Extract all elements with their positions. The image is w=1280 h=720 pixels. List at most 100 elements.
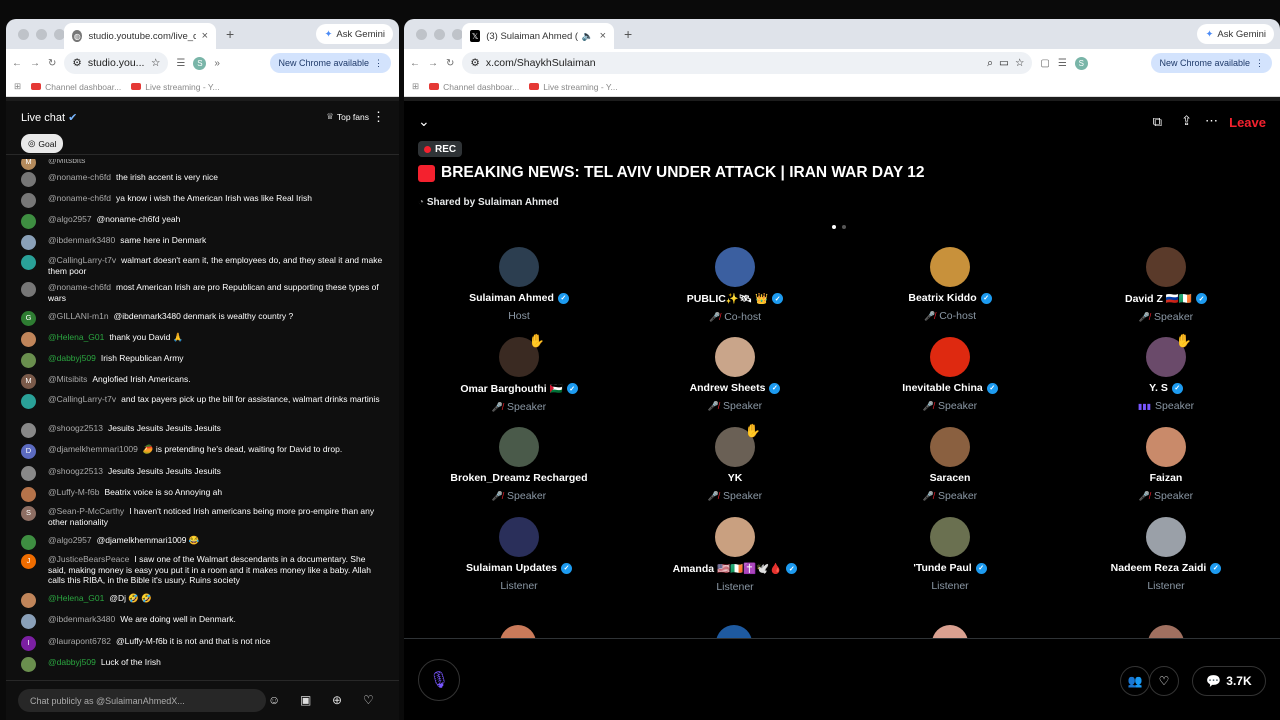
message-author[interactable]: @algo2957 — [48, 214, 92, 224]
new-tab-button[interactable]: + — [624, 26, 632, 42]
profile-avatar[interactable]: S — [1074, 56, 1088, 70]
message-author[interactable]: @Mitsbits — [48, 159, 85, 165]
participant[interactable]: ✋ Omar Barghouthi 🇵🇸 ✓ 🎤̸ Speaker — [434, 333, 604, 413]
window-controls[interactable] — [416, 28, 463, 40]
participant[interactable]: 'Tunde Paul ✓ Listener — [865, 517, 1035, 592]
participant-avatar[interactable] — [1146, 517, 1186, 557]
participant-avatar[interactable] — [930, 517, 970, 557]
cast-icon[interactable]: ▭ — [999, 57, 1009, 69]
participant-avatar[interactable] — [715, 517, 755, 557]
participant-avatar[interactable] — [930, 247, 970, 287]
message-author[interactable]: @noname-ch6fd — [48, 282, 111, 292]
author-avatar[interactable] — [21, 487, 36, 502]
bookmark-live-streaming[interactable]: Live streaming - Y... — [131, 82, 220, 92]
chat-message[interactable]: @algo2957 @djamelkhemmari1009 😂 — [21, 535, 385, 550]
message-author[interactable]: @djamelkhemmari1009 — [48, 444, 138, 454]
site-info-icon[interactable]: ⚙ — [470, 57, 479, 69]
ask-gemini-button[interactable]: ✦ Ask Gemini — [1197, 24, 1274, 44]
menu-kebab-icon[interactable]: ⋮ — [374, 58, 383, 69]
chat-message[interactable]: J @JusticeBearsPeace I saw one of the Walm… — [21, 554, 385, 586]
reload-icon[interactable]: ↻ — [48, 58, 56, 69]
bookmark-channel-dashboard[interactable]: Channel dashboar... — [31, 82, 121, 92]
author-avatar[interactable]: M — [21, 159, 36, 170]
author-avatar[interactable] — [21, 353, 36, 368]
participant-avatar[interactable] — [1148, 625, 1184, 639]
author-avatar[interactable] — [21, 394, 36, 409]
author-avatar[interactable]: G — [21, 311, 36, 326]
message-author[interactable]: @ibdenmark3480 — [48, 614, 115, 624]
apps-icon[interactable]: ⊞ — [14, 81, 21, 92]
message-author[interactable]: @shoogz2513 — [48, 466, 103, 476]
message-author[interactable]: @laurapont6782 — [48, 636, 111, 646]
participant-avatar[interactable] — [715, 337, 755, 377]
participant[interactable]: ✋ Y. S ✓ ▮▮▮ Speaker — [1081, 333, 1251, 412]
bookmark-live-streaming[interactable]: Live streaming - Y... — [529, 82, 618, 92]
add-icon[interactable]: ⊕ — [332, 693, 342, 707]
new-tab-button[interactable]: + — [226, 26, 234, 42]
chat-message[interactable]: @noname-ch6fd ya know i wish the American… — [21, 193, 385, 208]
author-avatar[interactable]: M — [21, 374, 36, 389]
menu-kebab-icon[interactable]: ⋮ — [1255, 58, 1264, 69]
chat-message[interactable]: M @Mitsbits — [21, 159, 385, 170]
chat-message[interactable]: @Helena_G01 thank you David 🙏 — [21, 332, 385, 347]
url-field[interactable]: ⚙ x.com/ShaykhSulaiman ⌕ ▭ ☆ — [462, 52, 1033, 74]
chat-message[interactable]: S @Sean-P-McCarthy I haven't noticed Irish… — [21, 506, 385, 527]
participant[interactable]: Inevitable China ✓ 🎤̸ Speaker — [865, 337, 1035, 412]
message-author[interactable]: @dabbyj509 — [48, 353, 96, 363]
message-author[interactable]: @GILLANI-m1n — [48, 311, 109, 321]
chat-message[interactable]: @Helena_G01 @Dj 🤣 🤣 — [21, 593, 385, 608]
participant-avatar[interactable] — [1146, 247, 1186, 287]
chat-message[interactable]: G @GILLANI-m1n @ibdenmark3480 denmark is w… — [21, 311, 385, 326]
author-avatar[interactable] — [21, 235, 36, 250]
participant-avatar[interactable]: ✋ — [1146, 333, 1192, 377]
participant[interactable]: Andrew Sheets ✓ 🎤̸ Speaker — [650, 337, 820, 412]
author-avatar[interactable] — [21, 614, 36, 629]
participant[interactable]: David Z 🇷🇺🇮🇪 ✓ 🎤̸ Speaker — [1081, 247, 1251, 323]
bookmark-star-icon[interactable]: ☆ — [151, 57, 160, 69]
participant[interactable]: Saracen 🎤̸ Speaker — [865, 427, 1035, 502]
participant-avatar[interactable] — [716, 625, 752, 639]
more-tabs-icon[interactable]: » — [214, 58, 220, 69]
author-avatar[interactable] — [21, 657, 36, 672]
chat-message[interactable]: @Luffy-M-f6b Beatrix voice is so Annoying… — [21, 487, 385, 502]
chat-message[interactable]: @noname-ch6fd the irish accent is very ni… — [21, 172, 385, 187]
chat-message[interactable]: @dabbyj509 Irish Republican Army — [21, 353, 385, 368]
chat-message[interactable]: @CallingLarry-t7v walmart doesn't earn it… — [21, 255, 385, 276]
message-author[interactable]: @Helena_G01 — [48, 332, 104, 342]
participant-avatar[interactable] — [1146, 427, 1186, 467]
participant-avatar[interactable] — [499, 247, 539, 287]
author-avatar[interactable] — [21, 214, 36, 229]
participant[interactable]: Sulaiman Updates ✓ Listener — [434, 517, 604, 592]
message-author[interactable]: @Luffy-M-f6b — [48, 487, 99, 497]
author-avatar[interactable]: D — [21, 444, 36, 459]
forward-icon[interactable]: → — [30, 58, 40, 69]
author-avatar[interactable]: S — [21, 506, 36, 521]
participant-avatar[interactable] — [930, 337, 970, 377]
chat-message[interactable]: D @djamelkhemmari1009 🥭 is pretending he's… — [21, 444, 385, 459]
comments-button[interactable]: 💬 3.7K — [1192, 666, 1266, 696]
emoji-icon[interactable]: ☺ — [268, 693, 280, 707]
participant-avatar[interactable]: ✋ — [715, 423, 761, 467]
message-author[interactable]: @Mitsibits — [48, 374, 87, 384]
share-icon[interactable]: ⇪ — [1181, 113, 1192, 129]
message-author[interactable]: @Helena_G01 — [48, 593, 104, 603]
participant[interactable]: Beatrix Kiddo ✓ 🎤̸ Co-host — [865, 247, 1035, 322]
message-author[interactable]: @noname-ch6fd — [48, 193, 111, 203]
author-avatar[interactable] — [21, 332, 36, 347]
participant[interactable]: Nadeem Reza Zaidi ✓ Listener — [1081, 517, 1251, 592]
tab-x-profile[interactable]: 𝕏 (3) Sulaiman Ahmed (@S 🔈 × — [462, 23, 614, 49]
author-avatar[interactable] — [21, 593, 36, 608]
participant[interactable]: Broken_Dreamz Recharged 🎤̸ Speaker — [434, 427, 604, 502]
participant[interactable]: PUBLIC✨🛰 👑 ✓ 🎤̸ Co-host — [650, 247, 820, 323]
author-avatar[interactable] — [21, 466, 36, 481]
participant-avatar[interactable] — [499, 517, 539, 557]
page-dot[interactable] — [842, 225, 846, 229]
minimize-icon[interactable]: ⧉ — [1153, 114, 1162, 130]
participant-avatar[interactable] — [930, 427, 970, 467]
apps-icon[interactable]: ⊞ — [412, 81, 419, 92]
leave-button[interactable]: Leave — [1229, 115, 1266, 130]
more-icon[interactable]: ⋯ — [1205, 113, 1218, 129]
url-field[interactable]: ⚙ studio.you... ☆ — [64, 52, 169, 74]
tab-search-icon[interactable]: ▢ — [1040, 58, 1049, 69]
extensions-icon[interactable]: ☰ — [1058, 58, 1067, 69]
